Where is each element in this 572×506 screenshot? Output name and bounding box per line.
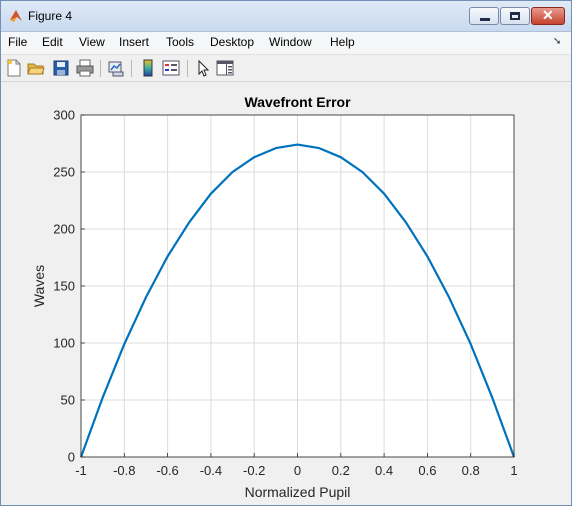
y-tick-label: 0	[68, 450, 75, 465]
new-figure-icon[interactable]	[5, 59, 23, 77]
pointer-icon[interactable]	[194, 59, 212, 77]
menu-insert[interactable]: Insert	[119, 35, 149, 49]
close-button[interactable]	[531, 7, 565, 25]
x-tick-label: 0.4	[375, 463, 393, 478]
y-ticks: 0 50 100 150 200 250 300	[53, 108, 85, 465]
minimize-button[interactable]	[469, 7, 499, 25]
menu-window[interactable]: Window	[269, 35, 312, 49]
window-title: Figure 4	[28, 9, 73, 23]
y-tick-label: 50	[61, 393, 75, 408]
y-tick-label: 200	[53, 222, 75, 237]
toolbar-separator	[100, 60, 101, 77]
legend-icon[interactable]	[162, 59, 180, 77]
y-tick-label: 300	[53, 108, 75, 123]
menu-edit[interactable]: Edit	[42, 35, 63, 49]
print-icon[interactable]	[76, 59, 94, 77]
save-icon[interactable]	[52, 59, 70, 77]
menu-desktop[interactable]: Desktop	[210, 35, 254, 49]
x-tick-label: 0.6	[418, 463, 436, 478]
open-file-icon[interactable]	[27, 59, 45, 77]
menu-help[interactable]: Help	[330, 35, 355, 49]
menu-bar: File Edit View Insert Tools Desktop Wind…	[1, 32, 571, 55]
matlab-icon	[10, 10, 22, 22]
property-editor-icon[interactable]	[216, 59, 234, 77]
x-tick-label: 0	[294, 463, 301, 478]
y-tick-label: 150	[53, 279, 75, 294]
y-tick-label: 100	[53, 336, 75, 351]
x-tick-label: -0.2	[243, 463, 265, 478]
x-tick-label: 1	[510, 463, 517, 478]
colorbar-icon[interactable]	[139, 59, 157, 77]
y-tick-label: 250	[53, 165, 75, 180]
menu-view[interactable]: View	[79, 35, 105, 49]
chart-title: Wavefront Error	[244, 94, 351, 110]
menu-dock-arrow-icon[interactable]: ➘	[553, 36, 561, 47]
title-bar[interactable]: Figure 4	[1, 1, 571, 32]
x-tick-label: -0.6	[156, 463, 178, 478]
x-tick-label: -0.4	[200, 463, 222, 478]
x-tick-label: -0.8	[113, 463, 135, 478]
x-axis-label: Normalized Pupil	[245, 484, 351, 500]
figure-toolbar	[1, 55, 571, 82]
figure-window: Figure 4 File Edit View Insert Tools Des…	[0, 0, 572, 506]
x-tick-label: -1	[75, 463, 87, 478]
menu-tools[interactable]: Tools	[166, 35, 194, 49]
figure-canvas: -1 -0.8 -0.6 -0.4 -0.2 0 0.2 0.4 0.6 0.8 1 0 50 100 1…	[6, 85, 566, 501]
y-axis-label: Waves	[31, 265, 47, 307]
link-plot-icon[interactable]	[107, 59, 125, 77]
toolbar-separator	[131, 60, 132, 77]
chart[interactable]: -1 -0.8 -0.6 -0.4 -0.2 0 0.2 0.4 0.6 0.8 1 0 50 100 1…	[6, 85, 566, 501]
x-tick-label: 0.8	[462, 463, 480, 478]
x-tick-label: 0.2	[332, 463, 350, 478]
toolbar-separator	[187, 60, 188, 77]
menu-file[interactable]: File	[8, 35, 27, 49]
maximize-button[interactable]	[500, 7, 530, 25]
